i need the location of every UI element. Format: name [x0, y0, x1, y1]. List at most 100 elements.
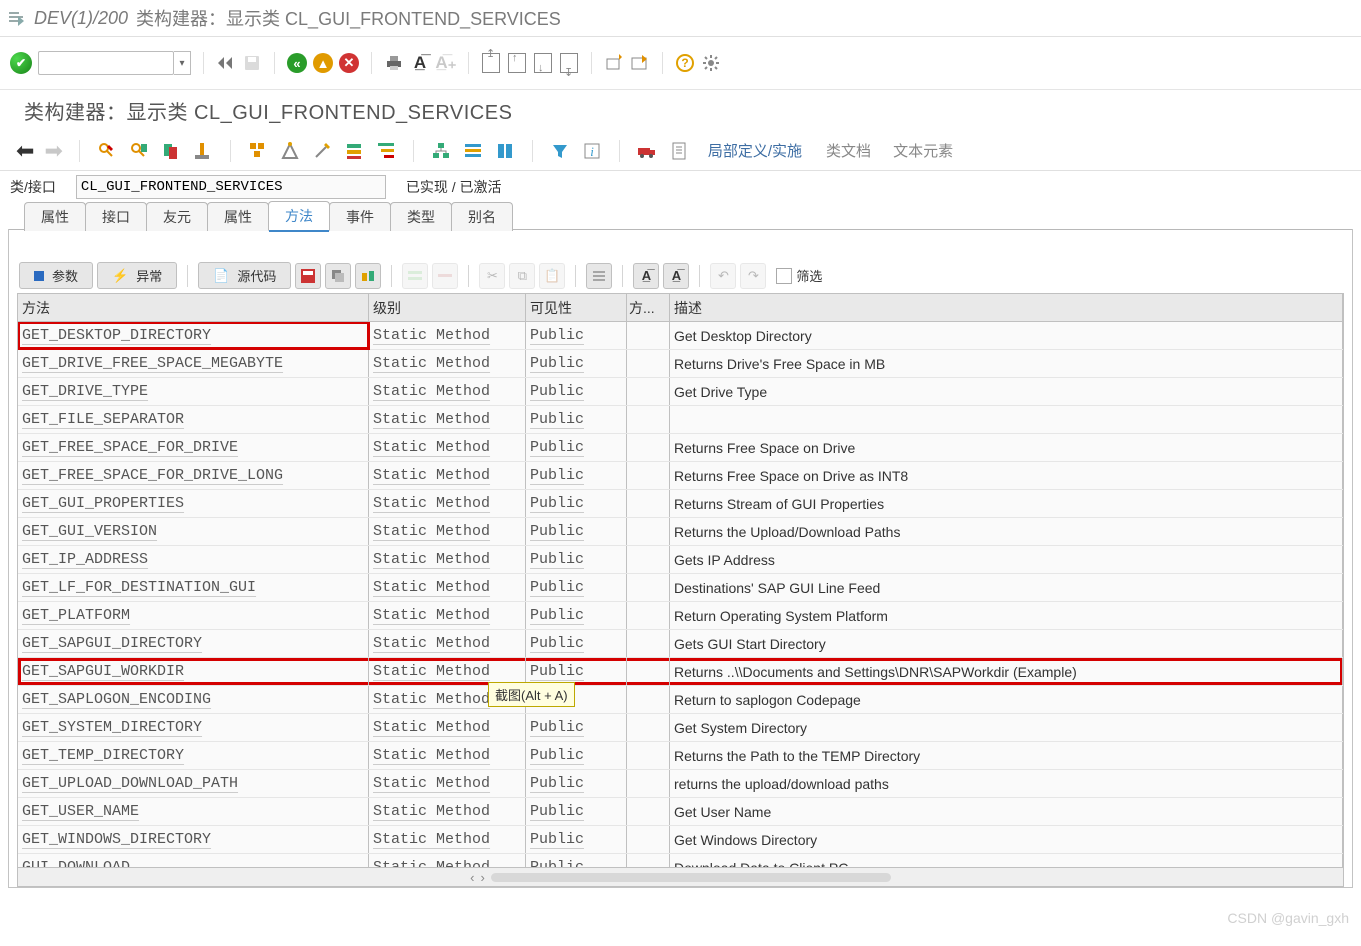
- tab-友元[interactable]: 友元: [146, 202, 208, 231]
- source-button[interactable]: 📄源代码: [198, 262, 291, 289]
- method-name[interactable]: GET_DRIVE_TYPE: [18, 378, 369, 405]
- table-row[interactable]: GET_FILE_SEPARATORStatic MethodPublic: [18, 406, 1343, 434]
- method-level[interactable]: Static Method: [369, 714, 526, 741]
- method-level[interactable]: Static Method: [369, 378, 526, 405]
- method-name[interactable]: GET_SYSTEM_DIRECTORY: [18, 714, 369, 741]
- method-name[interactable]: GET_SAPGUI_DIRECTORY: [18, 630, 369, 657]
- method-level[interactable]: Static Method: [369, 574, 526, 601]
- method-visibility[interactable]: Public: [526, 546, 627, 573]
- method-name[interactable]: GUI_DOWNLOAD: [18, 854, 369, 867]
- tab-类型[interactable]: 类型: [390, 202, 452, 231]
- check-icon[interactable]: [160, 140, 182, 162]
- method-name[interactable]: GET_SAPGUI_WORKDIR: [18, 658, 369, 685]
- new-session-icon[interactable]: [604, 53, 624, 73]
- method-flag[interactable]: [627, 658, 670, 685]
- nav-back-icon[interactable]: ⬅: [16, 138, 34, 164]
- method-flag[interactable]: [627, 574, 670, 601]
- next-page-icon[interactable]: ↓: [533, 53, 553, 73]
- method-visibility[interactable]: Public: [526, 518, 627, 545]
- method-visibility[interactable]: Public: [526, 826, 627, 853]
- method-flag[interactable]: [627, 378, 670, 405]
- class-name-field[interactable]: [76, 175, 386, 199]
- parameters-button[interactable]: 参数: [19, 262, 93, 289]
- print-icon[interactable]: [384, 53, 404, 73]
- method-name[interactable]: GET_TEMP_DIRECTORY: [18, 742, 369, 769]
- method-flag[interactable]: [627, 770, 670, 797]
- col-level[interactable]: 级别: [369, 294, 526, 321]
- last-page-icon[interactable]: ↧: [559, 53, 579, 73]
- type-icon[interactable]: [494, 140, 516, 162]
- find-method-icon[interactable]: A̲̅: [633, 263, 659, 289]
- transport-icon[interactable]: [636, 140, 658, 162]
- method-name[interactable]: GET_GUI_VERSION: [18, 518, 369, 545]
- method-name[interactable]: GET_DRIVE_FREE_SPACE_MEGABYTE: [18, 350, 369, 377]
- method-level[interactable]: Static Method: [369, 462, 526, 489]
- method-flag[interactable]: [627, 826, 670, 853]
- filter-icon[interactable]: [549, 140, 571, 162]
- method-level[interactable]: Static Method: [369, 322, 526, 349]
- method-flag[interactable]: [627, 630, 670, 657]
- tab-别名[interactable]: 别名: [451, 202, 513, 231]
- select-all-icon[interactable]: [586, 263, 612, 289]
- method-level[interactable]: Static Method: [369, 434, 526, 461]
- method-visibility[interactable]: Public: [526, 602, 627, 629]
- method-flag[interactable]: [627, 406, 670, 433]
- other-object-icon[interactable]: [128, 140, 150, 162]
- text-elements-button[interactable]: 文本元素: [887, 137, 959, 164]
- method-level[interactable]: Static Method: [369, 602, 526, 629]
- hierarchy-icon[interactable]: [375, 140, 397, 162]
- class-icon[interactable]: [343, 140, 365, 162]
- shortcut-icon[interactable]: [630, 53, 650, 73]
- method-flag[interactable]: [627, 434, 670, 461]
- table-row[interactable]: GET_LF_FOR_DESTINATION_GUIStatic MethodP…: [18, 574, 1343, 602]
- wizard-icon[interactable]: [311, 140, 333, 162]
- method-visibility[interactable]: Public: [526, 434, 627, 461]
- test-icon[interactable]: [279, 140, 301, 162]
- method-visibility[interactable]: Public: [526, 742, 627, 769]
- method-name[interactable]: GET_USER_NAME: [18, 798, 369, 825]
- table-row[interactable]: GET_FREE_SPACE_FOR_DRIVE_LONGStatic Meth…: [18, 462, 1343, 490]
- method-name[interactable]: GET_FREE_SPACE_FOR_DRIVE_LONG: [18, 462, 369, 489]
- method-visibility[interactable]: Public: [526, 574, 627, 601]
- method-name[interactable]: GET_LF_FOR_DESTINATION_GUI: [18, 574, 369, 601]
- tab-属性[interactable]: 属性: [24, 202, 86, 231]
- method-visibility[interactable]: Public: [526, 798, 627, 825]
- method-name[interactable]: GET_DESKTOP_DIRECTORY: [18, 322, 369, 349]
- local-def-button[interactable]: 局部定义/实施: [700, 137, 810, 164]
- method-level[interactable]: Static Method: [369, 770, 526, 797]
- table-row[interactable]: GET_UPLOAD_DOWNLOAD_PATHStatic MethodPub…: [18, 770, 1343, 798]
- enter-button[interactable]: [10, 52, 32, 74]
- method-flag[interactable]: [627, 322, 670, 349]
- help-icon[interactable]: ?: [675, 53, 695, 73]
- scroll-track[interactable]: [491, 873, 891, 882]
- table-row[interactable]: GET_USER_NAMEStatic MethodPublicGet User…: [18, 798, 1343, 826]
- method-level[interactable]: Static Method: [369, 406, 526, 433]
- method-level[interactable]: Static Method: [369, 742, 526, 769]
- method-visibility[interactable]: Public: [526, 714, 627, 741]
- table-row[interactable]: GET_IP_ADDRESSStatic MethodPublicGets IP…: [18, 546, 1343, 574]
- table-row[interactable]: GET_WINDOWS_DIRECTORYStatic MethodPublic…: [18, 826, 1343, 854]
- method-visibility[interactable]: Public: [526, 630, 627, 657]
- method-level[interactable]: Static Method: [369, 490, 526, 517]
- back-button[interactable]: «: [287, 53, 307, 73]
- method-level[interactable]: Static Method: [369, 658, 526, 685]
- find-next-method-icon[interactable]: A̲̅: [663, 263, 689, 289]
- method-level[interactable]: Static Method: [369, 350, 526, 377]
- method-visibility[interactable]: Public: [526, 322, 627, 349]
- sap-menu-icon[interactable]: [6, 8, 26, 28]
- settings-icon[interactable]: [701, 53, 721, 73]
- method-level[interactable]: Static Method: [369, 826, 526, 853]
- method-name[interactable]: GET_WINDOWS_DIRECTORY: [18, 826, 369, 853]
- h-scrollbar[interactable]: ‹ ›: [18, 867, 1343, 886]
- class-doc-button[interactable]: 类文档: [820, 137, 877, 164]
- display-edit-icon[interactable]: [96, 140, 118, 162]
- table-row[interactable]: GET_SYSTEM_DIRECTORYStatic MethodPublicG…: [18, 714, 1343, 742]
- tab-事件[interactable]: 事件: [329, 202, 391, 231]
- method-flag[interactable]: [627, 602, 670, 629]
- table-row[interactable]: GET_DESKTOP_DIRECTORYStatic MethodPublic…: [18, 322, 1343, 350]
- list-icon[interactable]: [462, 140, 484, 162]
- activate-icon[interactable]: [192, 140, 214, 162]
- table-row[interactable]: GUI_DOWNLOADStatic MethodPublicDownload …: [18, 854, 1343, 867]
- first-page-icon[interactable]: ↥: [481, 53, 501, 73]
- view-icon[interactable]: [355, 263, 381, 289]
